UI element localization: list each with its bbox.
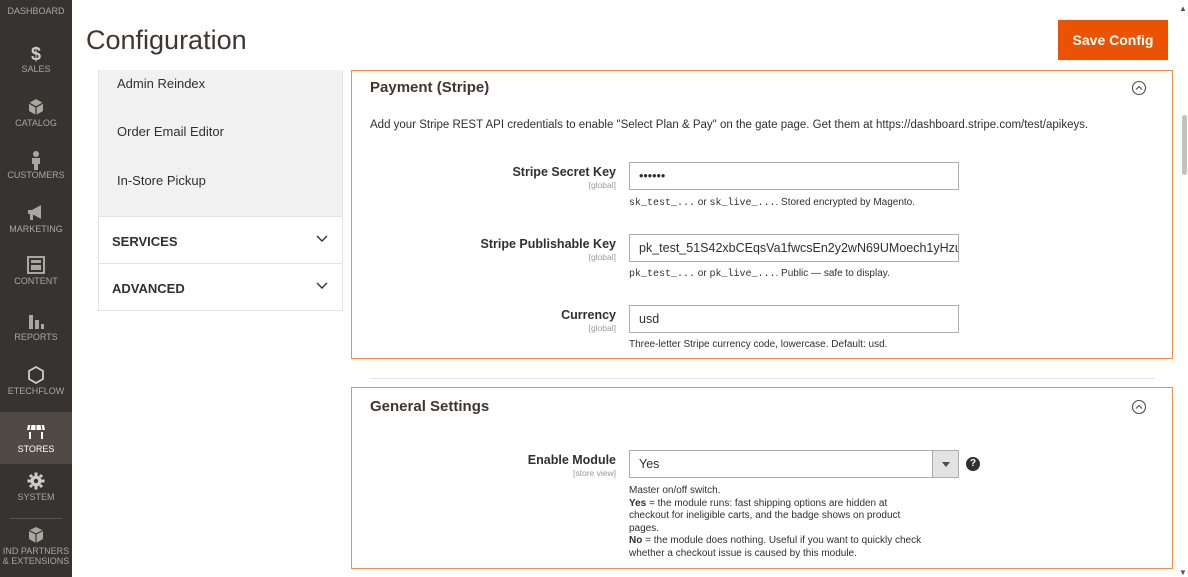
general-settings-section: General Settings Enable Module [store vi… [351,387,1173,569]
field-note: Three-letter Stripe currency code, lower… [629,339,888,350]
stripe-publishable-key-input[interactable]: pk_test_51S42xbCEqsVa1fwcsEn2y2wN69UMoec… [629,234,959,262]
menu-separator [10,518,62,519]
note-text: or [695,197,710,208]
menu-item-stores[interactable]: STORES [0,412,72,464]
hexagon-icon [25,365,47,386]
page-title: Configuration [86,25,247,55]
section-title[interactable]: General Settings [370,398,489,415]
person-icon [25,150,47,170]
field-note: Master on/off switch. Yes = the module r… [629,485,959,560]
note-line: No = the module does nothing. Useful if … [629,535,959,548]
caret-down-icon [942,462,950,467]
menu-item-partners-extensions[interactable]: IND PARTNERS & EXTENSIONS [0,526,72,566]
menu-label: CUSTOMERS [7,170,65,180]
note-line: whether a checkout issue is caused by th… [629,547,857,559]
select-value: Yes [639,457,660,471]
menu-item-marketing[interactable]: MARKETING [0,204,72,234]
stripe-secret-key-input[interactable]: •••••• [629,162,959,190]
tab-submenu: Admin Reindex Order Email Editor In-Stor… [99,70,342,216]
tab-group-services[interactable]: SERVICES [99,216,342,263]
tab-link-in-store-pickup[interactable]: In-Store Pickup [117,173,206,188]
tab-group-label: SERVICES [112,234,178,249]
note-code: sk_live_... [709,198,776,209]
note-bold: Yes [629,497,647,509]
field-label: Enable Module [527,453,616,467]
field-scope: [global] [588,180,616,190]
section-divider [370,378,1155,379]
menu-item-customers[interactable]: CUSTOMERS [0,150,72,180]
field-scope: [global] [588,252,616,262]
select-arrow[interactable] [932,451,958,477]
menu-label: REPORTS [14,332,58,342]
chevron-down-icon [316,235,328,242]
scroll-up-arrow-icon[interactable]: ▲ [1179,4,1187,13]
menu-item-reports[interactable]: REPORTS [0,312,72,342]
note-text: or [695,268,710,279]
note-code: pk_live_... [709,269,776,280]
menu-label: ETECHFLOW [7,386,65,396]
note-text: . Public — safe to display. [775,268,890,279]
menu-label: CONTENT [14,276,58,286]
gear-icon [25,472,47,492]
dollar-icon: $ [30,44,41,64]
help-icon[interactable]: ? [966,457,980,471]
scrollbar-thumb[interactable] [1182,115,1187,175]
field-note: pk_test_... or pk_live_.... Public — saf… [629,268,890,282]
config-tabs: Admin Reindex Order Email Editor In-Stor… [98,70,343,311]
note-text: = the module does nothing. Useful if you… [642,535,922,546]
menu-label: STORES [17,444,55,454]
note-code: sk_test_... [629,198,696,209]
menu-label: CATALOG [15,118,57,128]
menu-item-sales[interactable]: $ SALES [0,44,72,74]
field-label: Currency [561,308,616,322]
admin-menu: DASHBOARD $ SALES CATALOG CUSTOMERS MARK… [0,0,72,577]
menu-label: SALES [21,64,51,74]
menu-item-dashboard[interactable]: DASHBOARD [0,6,72,16]
note-line: Yes = the module runs: fast shipping opt… [629,498,959,511]
note-line: pages. [629,522,660,534]
menu-label: SYSTEM [17,492,55,502]
store-icon [25,424,47,444]
section-title[interactable]: Payment (Stripe) [370,79,489,96]
section-description: Add your Stripe REST API credentials to … [370,119,1089,131]
note-text: = the module runs: fast shipping options… [646,497,888,509]
stripe-section: Payment (Stripe) Add your Stripe REST AP… [351,70,1173,359]
tab-link-admin-reindex[interactable]: Admin Reindex [117,76,205,91]
megaphone-icon [25,204,47,224]
field-note: sk_test_... or sk_live_.... Stored encry… [629,197,915,211]
menu-item-etechflow[interactable]: ETECHFLOW [0,365,72,396]
note-bold: No [629,535,643,546]
menu-label: IND PARTNERS [2,546,70,556]
menu-item-catalog[interactable]: CATALOG [0,98,72,128]
field-label: Stripe Secret Key [512,165,616,179]
tab-link-order-email-editor[interactable]: Order Email Editor [117,124,224,139]
menu-item-content[interactable]: CONTENT [0,256,72,286]
note-code: pk_test_... [629,269,696,280]
menu-label-line2: & EXTENSIONS [2,556,70,566]
tab-group-advanced[interactable]: ADVANCED [99,263,342,310]
menu-label: DASHBOARD [7,6,65,16]
collapse-icon[interactable] [1131,399,1147,415]
tab-group-label: ADVANCED [112,281,185,296]
cubes-icon [25,526,47,546]
note-line: Master on/off switch. [629,485,721,496]
bar-chart-icon [25,312,47,332]
layout-icon [25,256,47,276]
box-icon [25,98,47,118]
currency-input[interactable]: usd [629,305,959,333]
field-scope: [global] [588,323,616,333]
scroll-down-arrow-icon[interactable]: ▼ [1179,568,1187,577]
menu-item-system[interactable]: SYSTEM [0,472,72,502]
note-text: . Stored encrypted by Magento. [775,197,916,208]
menu-label: MARKETING [9,224,63,234]
save-config-button[interactable]: Save Config [1058,20,1168,60]
note-line: checkout for ineligible carts, and the b… [629,510,901,521]
enable-module-select[interactable]: Yes [629,450,959,478]
field-scope: [store view] [573,468,616,478]
collapse-icon[interactable] [1131,80,1147,96]
chevron-down-icon [316,282,328,289]
field-label: Stripe Publishable Key [480,237,616,251]
